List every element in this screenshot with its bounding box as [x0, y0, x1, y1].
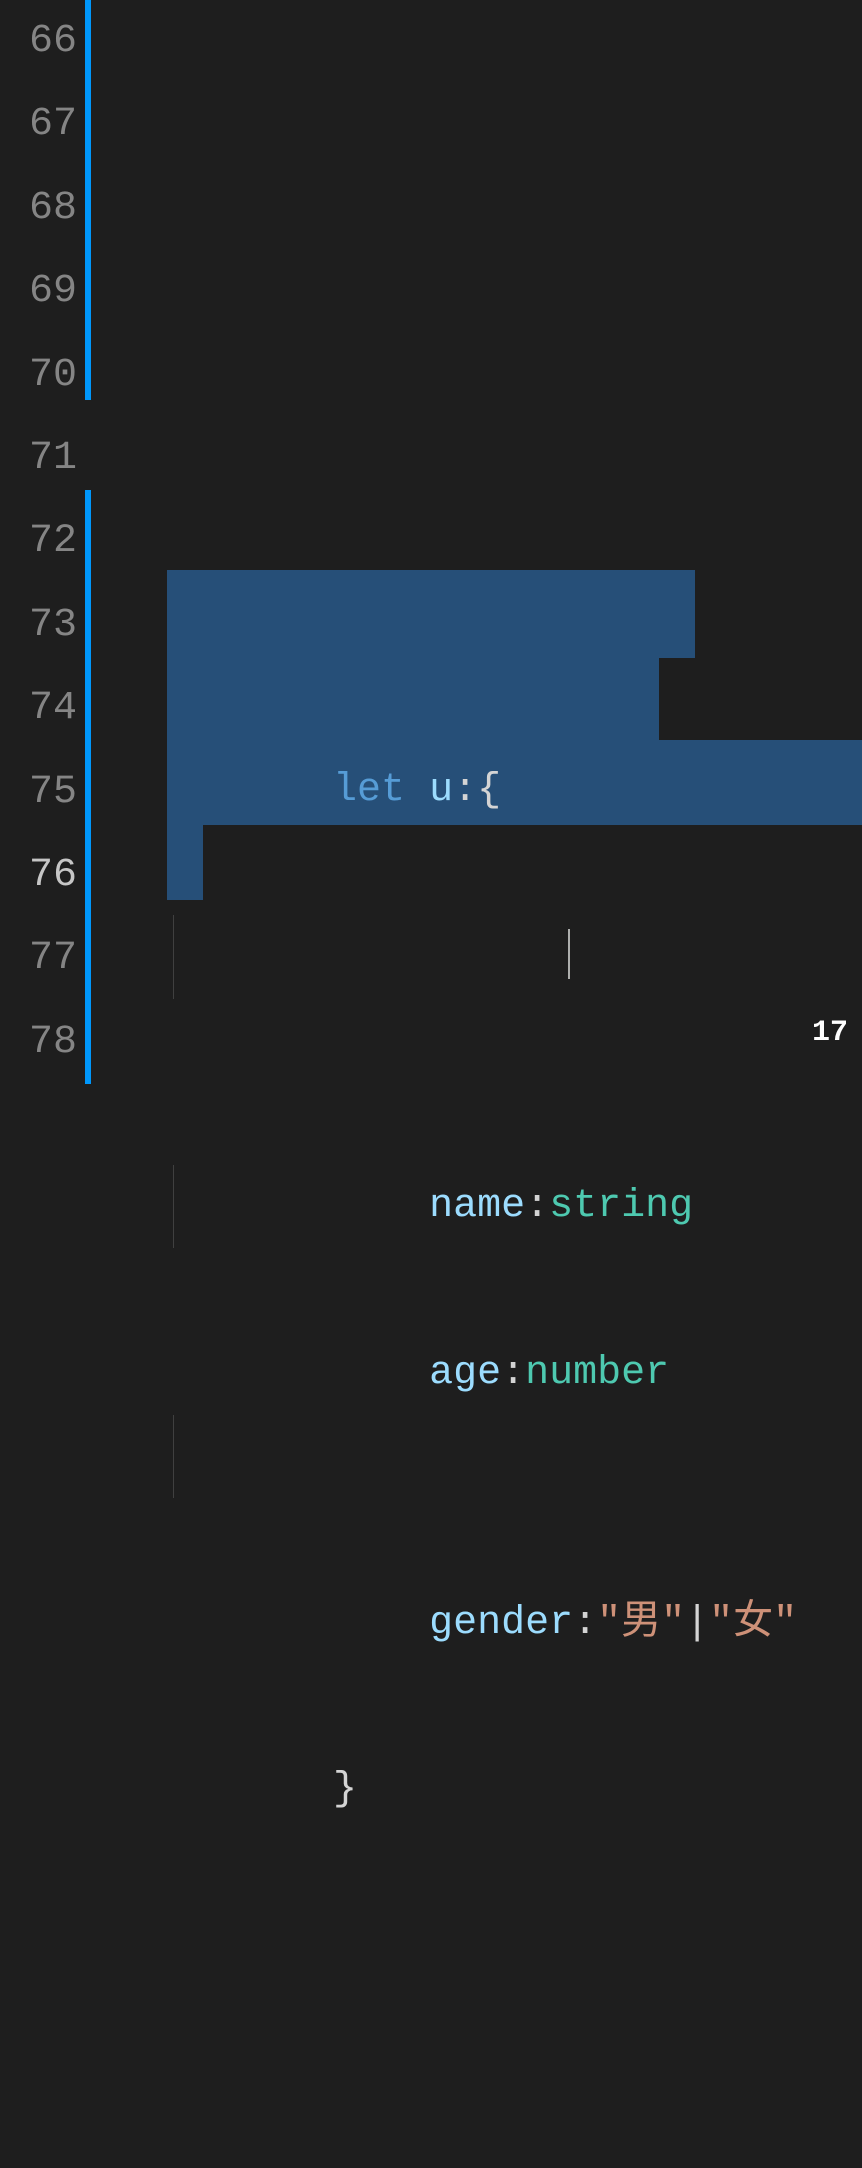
code-line[interactable]: name:string	[93, 915, 862, 998]
line-number: 67	[0, 83, 77, 166]
punctuation: :{	[453, 768, 501, 813]
property: age	[429, 1351, 501, 1396]
line-number: 74	[0, 667, 77, 750]
code-line[interactable]: }	[93, 1665, 862, 1748]
code-line[interactable]	[93, 1914, 862, 1997]
code-line[interactable]: let u:{	[93, 666, 862, 749]
property: gender	[429, 1601, 573, 1646]
indent	[237, 1601, 429, 1646]
code-area[interactable]: let u:{ name:string age:number gender:"男…	[93, 0, 862, 1084]
line-number: 68	[0, 167, 77, 250]
code-line[interactable]: gender:"男"|"女"	[93, 1415, 862, 1498]
line-number: 70	[0, 334, 77, 417]
indent	[237, 1351, 429, 1396]
indent	[237, 1184, 429, 1229]
code-editor[interactable]: 66 67 68 69 70 71 72 73 74 75 76 77 78 l…	[0, 0, 862, 1084]
line-number: 75	[0, 751, 77, 834]
line-number: 73	[0, 584, 77, 667]
type: string	[549, 1184, 693, 1229]
variable: u	[429, 768, 453, 813]
string: "女"	[709, 1601, 797, 1646]
line-number: 69	[0, 250, 77, 333]
text-selection	[167, 570, 695, 658]
line-number: 72	[0, 500, 77, 583]
string: "男"	[597, 1601, 685, 1646]
indent	[237, 1767, 333, 1812]
indent	[237, 768, 333, 813]
modified-indicator	[85, 0, 93, 1084]
line-number-gutter: 66 67 68 69 70 71 72 73 74 75 76 77 78	[0, 0, 85, 1084]
slide-number-badge: 17	[812, 1002, 848, 1064]
property: name	[429, 1184, 525, 1229]
line-number: 78	[0, 1001, 77, 1084]
line-number: 77	[0, 917, 77, 1000]
line-number: 71	[0, 417, 77, 500]
code-line[interactable]: function getUsers():	[93, 2164, 862, 2168]
text-cursor-icon	[568, 929, 570, 979]
brace: }	[333, 1767, 357, 1812]
line-number: 76	[0, 834, 77, 917]
type: number	[525, 1351, 669, 1396]
keyword: let	[333, 768, 405, 813]
line-number: 66	[0, 0, 77, 83]
